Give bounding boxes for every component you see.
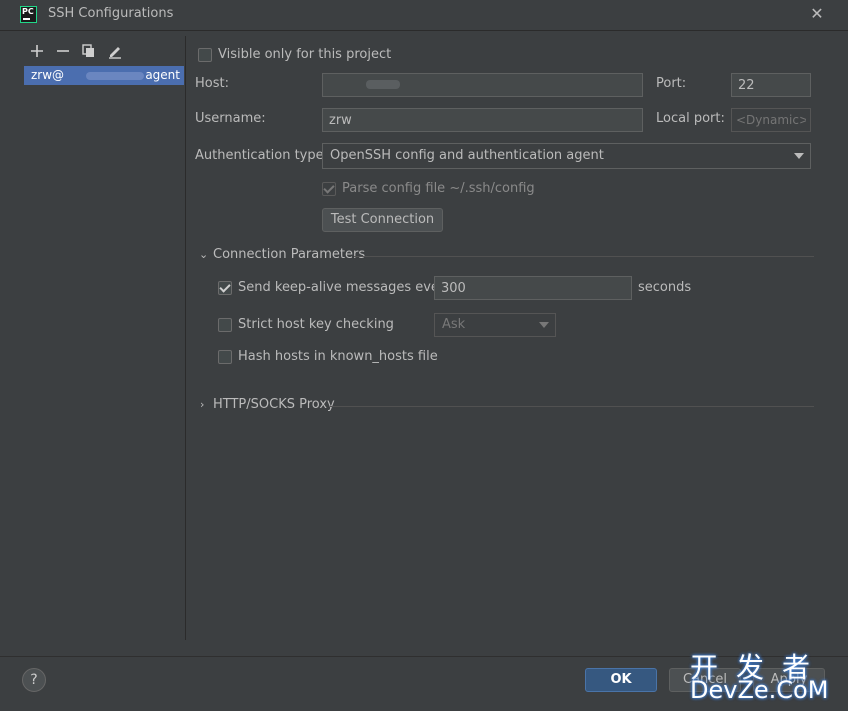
host-label: Host: — [195, 76, 229, 91]
local-port-label: Local port: — [656, 111, 725, 126]
strict-host-checkbox[interactable] — [218, 318, 232, 332]
auth-type-dropdown[interactable]: OpenSSH config and authentication agent — [322, 143, 811, 169]
keepalive-label: Send keep-alive messages every — [238, 280, 452, 295]
visible-only-checkbox[interactable] — [198, 48, 212, 62]
apply-button[interactable]: Apply — [753, 668, 825, 692]
port-label: Port: — [656, 76, 687, 91]
add-icon[interactable] — [28, 42, 46, 60]
section-divider — [330, 406, 814, 407]
window-title: SSH Configurations — [48, 6, 174, 21]
auth-type-value: OpenSSH config and authentication agent — [330, 148, 604, 163]
test-connection-button[interactable]: Test Connection — [322, 208, 443, 232]
copy-icon[interactable] — [80, 42, 98, 60]
port-input[interactable] — [731, 73, 811, 97]
pycharm-logo-icon: PC — [20, 6, 37, 23]
parse-config-checkbox[interactable] — [322, 182, 336, 196]
hash-hosts-label: Hash hosts in known_hosts file — [238, 349, 438, 364]
auth-type-label: Authentication type: — [195, 148, 328, 163]
chevron-down-icon[interactable]: ⌄ — [199, 248, 208, 261]
footer-divider — [0, 656, 848, 657]
config-item-suffix: agent — [145, 68, 180, 82]
cancel-button[interactable]: Cancel — [669, 668, 741, 692]
section-divider — [354, 256, 814, 257]
ok-button[interactable]: OK — [585, 668, 657, 692]
help-icon[interactable]: ? — [22, 668, 46, 692]
strict-host-label: Strict host key checking — [238, 317, 394, 332]
remove-icon[interactable] — [54, 42, 72, 60]
username-input[interactable] — [322, 108, 643, 132]
configurations-panel — [14, 36, 186, 640]
chevron-down-icon — [539, 322, 549, 328]
username-label: Username: — [195, 111, 266, 126]
edit-icon[interactable] — [106, 42, 124, 60]
connection-params-header[interactable]: Connection Parameters — [213, 247, 365, 262]
chevron-right-icon[interactable]: › — [200, 398, 204, 411]
close-icon[interactable]: ✕ — [808, 5, 826, 23]
keepalive-unit: seconds — [638, 280, 692, 295]
local-port-input[interactable] — [731, 108, 811, 132]
logo-text: PC — [22, 7, 34, 16]
chevron-down-icon — [794, 153, 804, 159]
proxy-header[interactable]: HTTP/SOCKS Proxy — [213, 397, 335, 412]
parse-config-label: Parse config file ~/.ssh/config — [342, 181, 535, 196]
config-item-prefix: zrw@ — [31, 68, 65, 82]
strict-host-dropdown[interactable]: Ask — [434, 313, 556, 337]
config-list-item[interactable]: zrw@ agent — [24, 66, 184, 85]
keepalive-checkbox[interactable] — [218, 281, 232, 295]
keepalive-input[interactable] — [434, 276, 632, 300]
strict-host-value: Ask — [442, 317, 466, 332]
visible-only-label: Visible only for this project — [218, 47, 392, 62]
hash-hosts-checkbox[interactable] — [218, 350, 232, 364]
